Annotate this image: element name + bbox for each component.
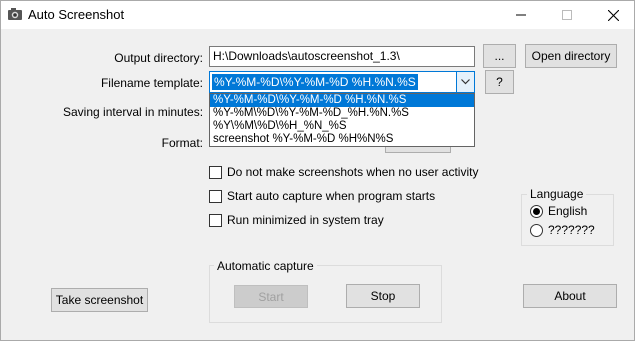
language-group-title: Language bbox=[527, 187, 587, 201]
output-directory-label: Output directory: bbox=[114, 51, 203, 65]
other-language-radio[interactable] bbox=[530, 223, 543, 237]
filename-template-select[interactable]: %Y-%M-%D\%Y-%M-%D %H.%N.%S bbox=[209, 71, 475, 93]
camera-icon bbox=[7, 7, 23, 21]
about-button[interactable]: About bbox=[523, 284, 617, 308]
no-activity-label: Do not make screenshots when no user act… bbox=[227, 165, 479, 179]
window-title: Auto Screenshot bbox=[28, 7, 125, 22]
filename-template-label: Filename template: bbox=[100, 76, 203, 90]
minimize-button[interactable] bbox=[498, 1, 544, 29]
maximize-icon bbox=[562, 10, 572, 20]
english-radio[interactable] bbox=[530, 204, 543, 218]
other-language-label: ??????? bbox=[548, 223, 595, 237]
filename-template-value: %Y-%M-%D\%Y-%M-%D %H.%N.%S bbox=[212, 74, 418, 90]
maximize-button[interactable] bbox=[544, 1, 590, 29]
english-label: English bbox=[548, 204, 588, 218]
template-option[interactable]: %Y-%M-%D\%Y-%M-%D %H.%N.%S bbox=[210, 94, 474, 107]
app-window: Auto Screenshot Output directory: H:\Dow… bbox=[0, 0, 635, 341]
filename-template-dropdown: %Y-%M-%D\%Y-%M-%D %H.%N.%S %Y-%M\%D\%Y-%… bbox=[209, 93, 475, 147]
chevron-down-icon[interactable] bbox=[456, 72, 474, 92]
output-directory-field[interactable]: H:\Downloads\autoscreenshot_1.3\ bbox=[209, 46, 475, 67]
saving-interval-label: Saving interval in minutes: bbox=[63, 105, 204, 119]
stop-capture-button[interactable]: Stop bbox=[346, 284, 420, 308]
browse-button[interactable]: ... bbox=[483, 44, 516, 68]
minimized-label: Run minimized in system tray bbox=[227, 213, 384, 227]
auto-start-checkbox[interactable] bbox=[209, 189, 222, 203]
close-button[interactable] bbox=[590, 1, 635, 29]
template-option[interactable]: %Y-%M\%D\%Y-%M-%D_%H.%N.%S bbox=[210, 107, 474, 120]
help-button[interactable]: ? bbox=[485, 70, 514, 94]
title-bar[interactable]: Auto Screenshot bbox=[1, 1, 634, 29]
language-option-other[interactable]: ??????? bbox=[530, 223, 595, 237]
start-capture-button[interactable]: Start bbox=[234, 285, 308, 308]
template-option[interactable]: screenshot %Y-%M-%D %H%N%S bbox=[210, 133, 474, 146]
format-label: Format: bbox=[161, 136, 203, 150]
no-activity-option[interactable]: Do not make screenshots when no user act… bbox=[209, 165, 478, 179]
no-activity-checkbox[interactable] bbox=[209, 165, 222, 179]
take-screenshot-button[interactable]: Take screenshot bbox=[51, 288, 148, 312]
minimized-checkbox[interactable] bbox=[209, 213, 222, 227]
automatic-capture-title: Automatic capture bbox=[214, 259, 317, 273]
auto-start-option[interactable]: Start auto capture when program starts bbox=[209, 189, 435, 203]
auto-start-label: Start auto capture when program starts bbox=[227, 189, 436, 203]
template-option[interactable]: %Y\%M\%D\%H_%N_%S bbox=[210, 120, 474, 133]
minimized-option[interactable]: Run minimized in system tray bbox=[209, 213, 384, 227]
minimize-icon bbox=[516, 14, 526, 16]
close-icon bbox=[607, 9, 619, 21]
language-group bbox=[521, 194, 614, 246]
open-directory-button[interactable]: Open directory bbox=[525, 44, 617, 68]
language-option-english[interactable]: English bbox=[530, 204, 587, 218]
